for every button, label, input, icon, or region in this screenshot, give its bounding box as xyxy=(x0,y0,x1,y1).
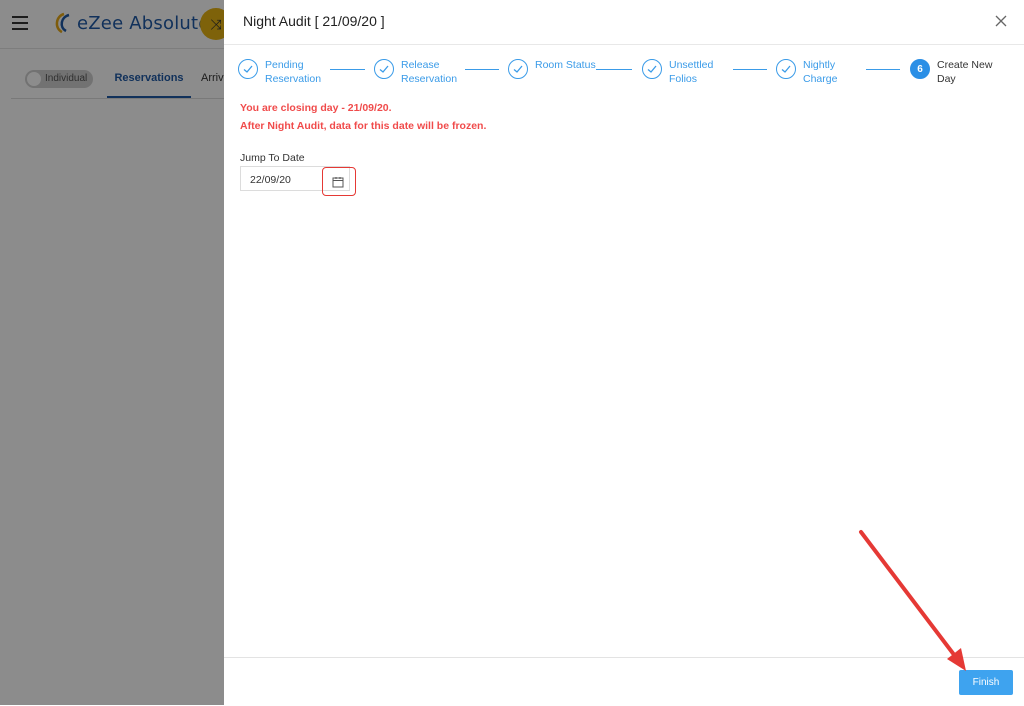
step-number-badge: 6 xyxy=(910,59,930,79)
step-connector xyxy=(733,69,767,70)
warning-data-frozen: After Night Audit, data for this date wi… xyxy=(240,120,487,132)
annotation-arrow-icon xyxy=(859,530,966,671)
drawer-title: Night Audit [ 21/09/20 ] xyxy=(243,13,385,29)
check-icon xyxy=(374,59,394,79)
step-label: Pending Reservation xyxy=(265,59,322,85)
step-label: Create New Day xyxy=(937,59,993,85)
step-connector xyxy=(866,69,900,70)
check-icon xyxy=(238,59,258,79)
close-icon[interactable] xyxy=(992,12,1010,30)
jump-to-date-input[interactable] xyxy=(241,167,332,192)
check-icon xyxy=(776,59,796,79)
step-label: Nightly Charge xyxy=(803,59,838,85)
step-connector xyxy=(465,69,499,70)
step-connector xyxy=(596,69,632,70)
warning-closing-day: You are closing day - 21/09/20. xyxy=(240,102,392,114)
step-label: Release Reservation xyxy=(401,59,458,85)
calendar-button[interactable] xyxy=(322,167,356,196)
drawer-header: Night Audit [ 21/09/20 ] xyxy=(224,0,1024,45)
check-icon xyxy=(642,59,662,79)
step-connector xyxy=(330,69,365,70)
check-icon xyxy=(508,59,528,79)
calendar-icon xyxy=(332,177,344,188)
step-label: Room Status xyxy=(535,59,596,71)
jump-to-date-label: Jump To Date xyxy=(240,152,305,164)
audit-stepper: Pending Reservation Release Reservation Ro… xyxy=(238,58,1018,94)
step-label: Unsettled Folios xyxy=(669,59,714,85)
